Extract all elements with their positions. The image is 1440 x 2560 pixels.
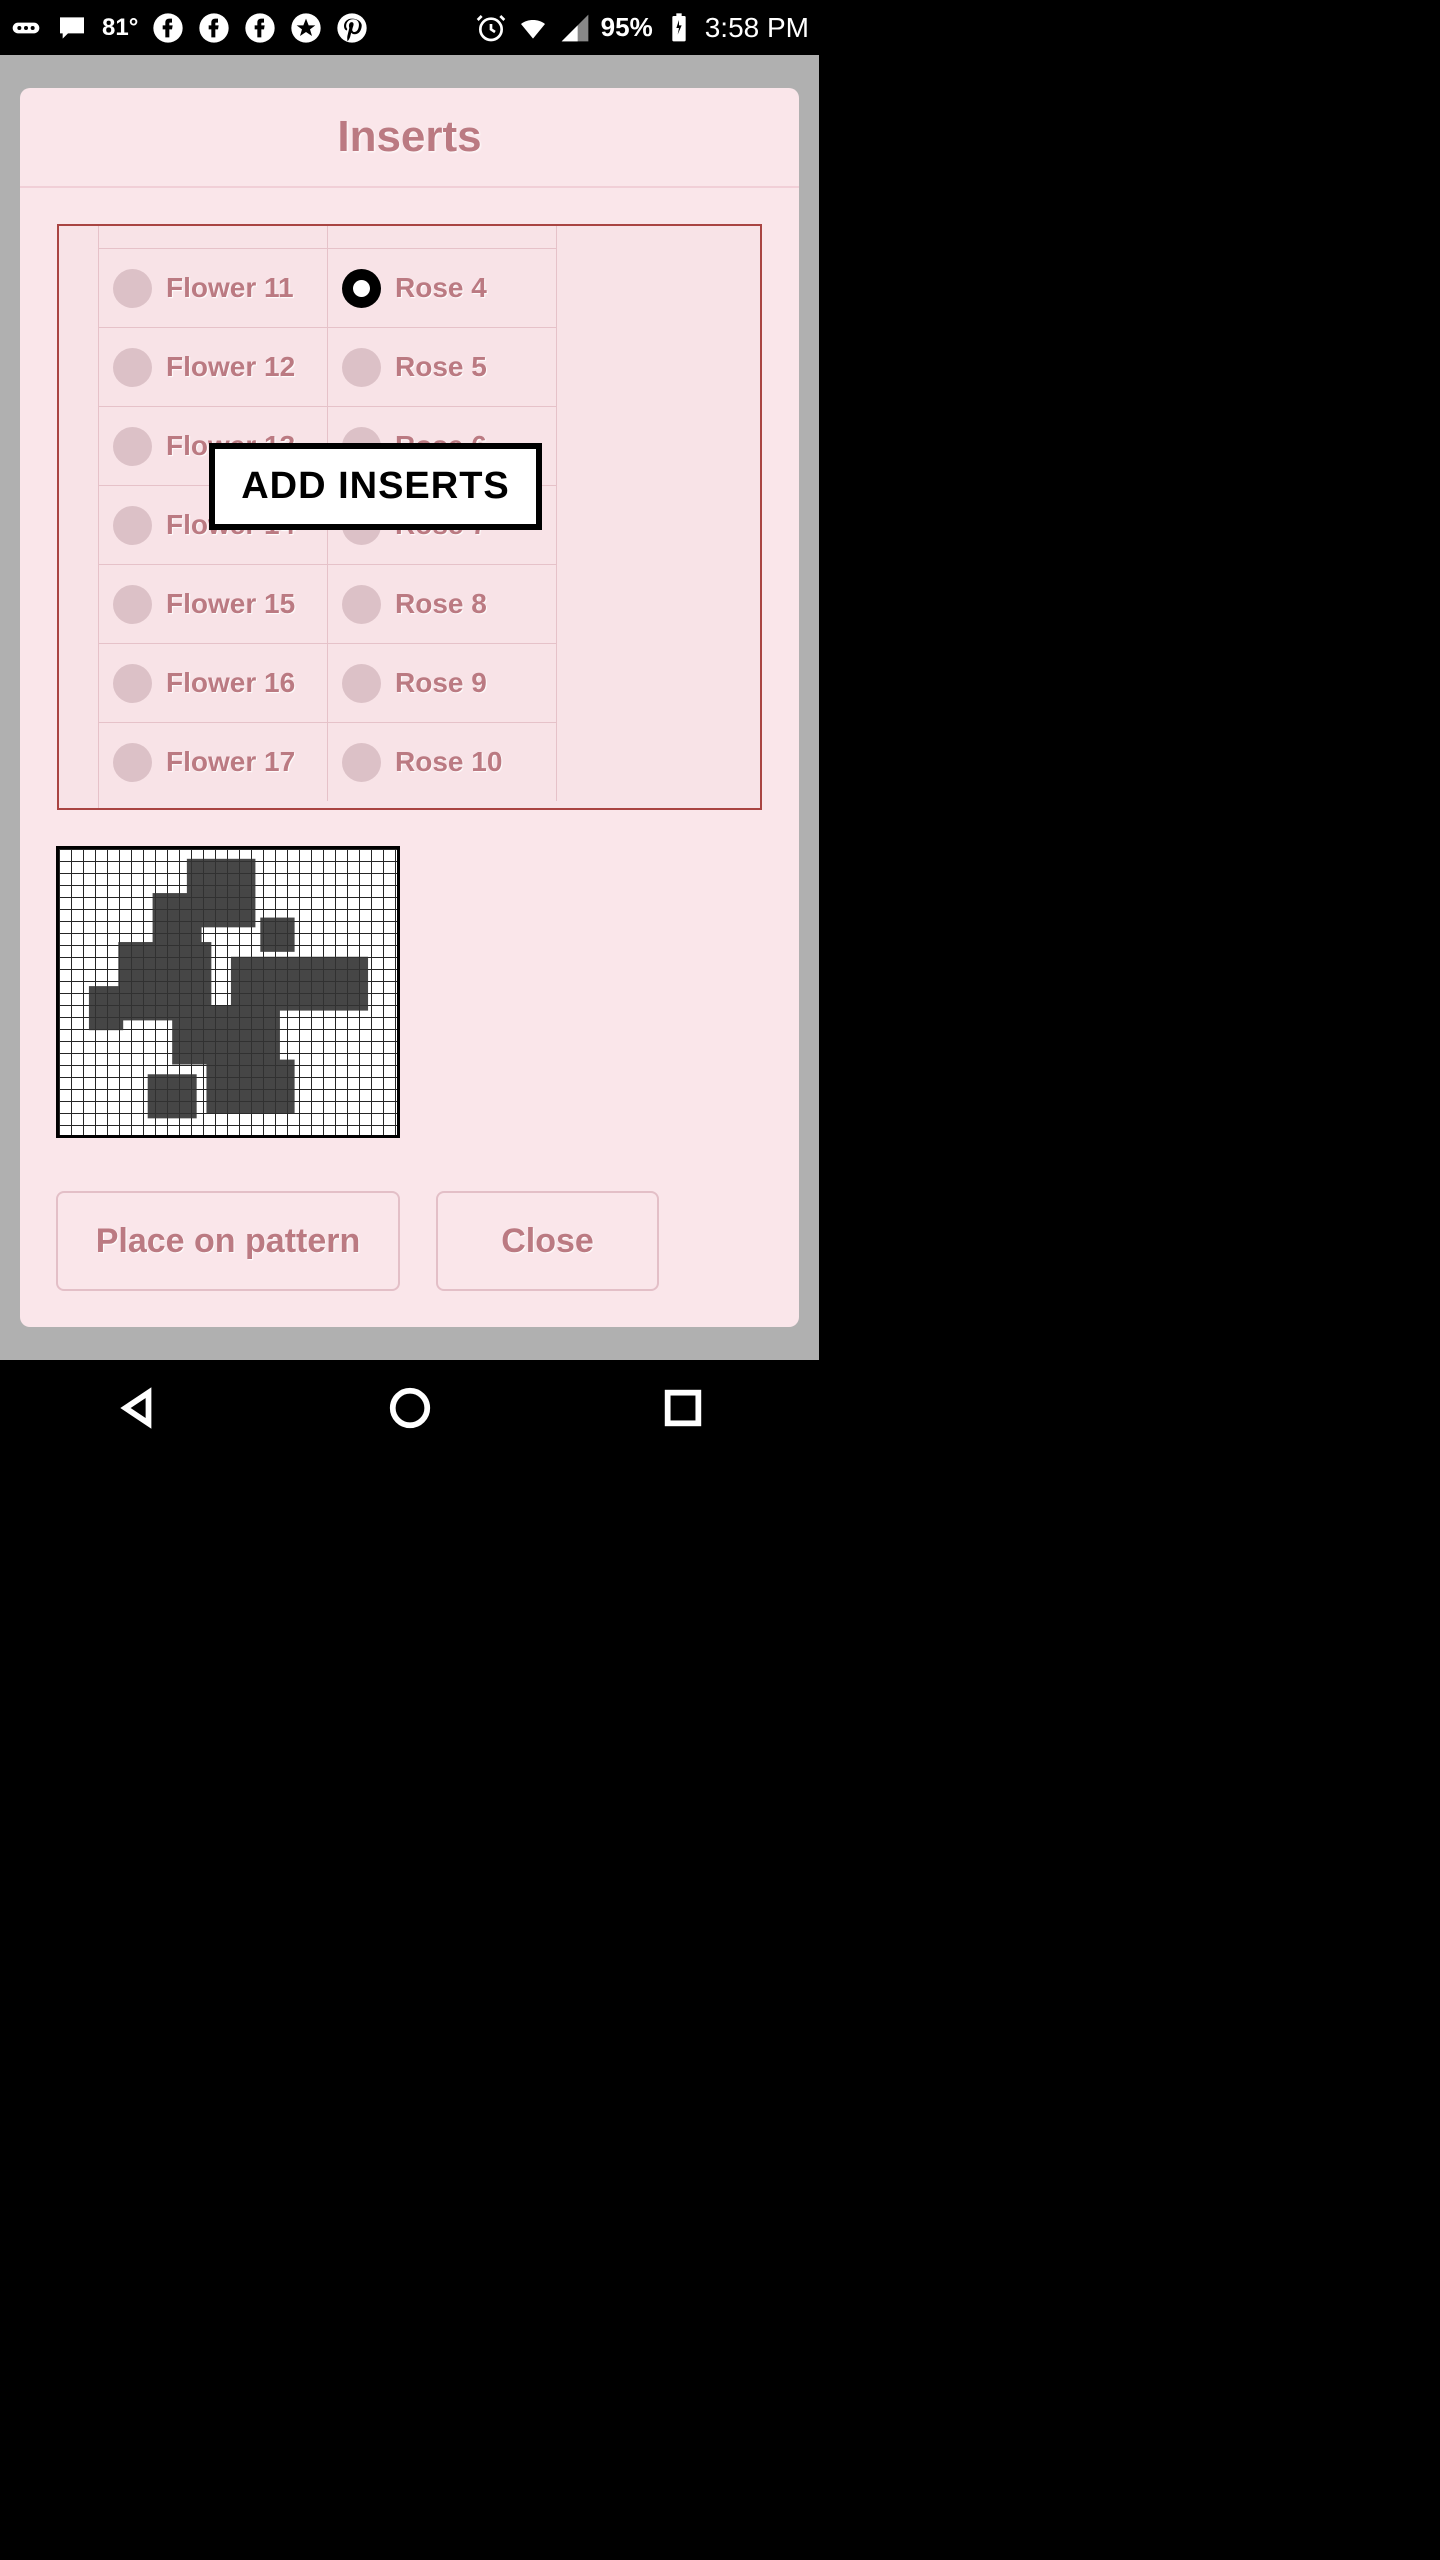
- recents-button[interactable]: [660, 1385, 706, 1431]
- radio-icon: [342, 585, 381, 624]
- list-empty-area: [557, 226, 760, 808]
- facebook-icon: [198, 12, 230, 44]
- button-label: Close: [501, 1222, 594, 1261]
- radio-icon: [113, 506, 152, 545]
- pinterest-icon: [336, 12, 368, 44]
- cell-signal-icon: [559, 12, 591, 44]
- dialog-header: Inserts: [20, 88, 799, 188]
- list-item-partial: [328, 226, 557, 248]
- radio-icon: [113, 348, 152, 387]
- home-button[interactable]: [387, 1385, 433, 1431]
- pattern-preview: [56, 846, 400, 1138]
- battery-percent: 95%: [601, 12, 653, 43]
- wifi-icon: [517, 12, 549, 44]
- radio-icon: [342, 743, 381, 782]
- android-nav-bar: [0, 1360, 819, 1456]
- dialog-button-row: Place on pattern Close: [56, 1161, 763, 1291]
- option-label: Flower 12: [166, 351, 295, 383]
- overlay-label: ADD INSERTS: [241, 465, 510, 508]
- option-label: Rose 5: [395, 351, 487, 383]
- place-on-pattern-button[interactable]: Place on pattern: [56, 1191, 400, 1291]
- option-label: Flower 17: [166, 746, 295, 778]
- back-button[interactable]: [114, 1385, 160, 1431]
- facebook-icon: [152, 12, 184, 44]
- option-flower-17[interactable]: Flower 17: [99, 722, 328, 801]
- close-button[interactable]: Close: [436, 1191, 659, 1291]
- radio-icon: [342, 664, 381, 703]
- option-label: Flower 11: [166, 272, 294, 304]
- radio-icon: [113, 269, 152, 308]
- option-label: Rose 10: [395, 746, 502, 778]
- option-rose-4[interactable]: Rose 4: [328, 248, 557, 327]
- messages-icon: [56, 12, 88, 44]
- clock: 3:58 PM: [705, 12, 809, 44]
- rose-pattern-icon: [59, 849, 397, 1135]
- radio-icon: [113, 743, 152, 782]
- facebook-icon: [244, 12, 276, 44]
- list-item-partial: [99, 226, 328, 248]
- temperature: 81°: [102, 14, 138, 42]
- status-bar: 81° 95% 3:58 PM: [0, 0, 819, 55]
- option-label: Rose 9: [395, 667, 487, 699]
- radio-selected-icon: [342, 269, 381, 308]
- option-rose-8[interactable]: Rose 8: [328, 564, 557, 643]
- radio-icon: [113, 664, 152, 703]
- option-label: Flower 15: [166, 588, 295, 620]
- dialog-title: Inserts: [337, 112, 481, 162]
- alarm-icon: [475, 12, 507, 44]
- list-spacer: [59, 226, 99, 808]
- option-flower-11[interactable]: Flower 11: [99, 248, 328, 327]
- star-badge-icon: [290, 12, 322, 44]
- add-inserts-overlay: ADD INSERTS: [209, 443, 542, 530]
- option-rose-10[interactable]: Rose 10: [328, 722, 557, 801]
- radio-icon: [113, 427, 152, 466]
- option-flower-12[interactable]: Flower 12: [99, 327, 328, 406]
- inserts-dialog: Inserts Flower 11 Flower 12 Flower 13 Fl…: [20, 88, 799, 1327]
- option-flower-16[interactable]: Flower 16: [99, 643, 328, 722]
- dialog-backdrop: Inserts Flower 11 Flower 12 Flower 13 Fl…: [0, 55, 819, 1360]
- option-rose-5[interactable]: Rose 5: [328, 327, 557, 406]
- radio-icon: [342, 348, 381, 387]
- option-label: Rose 4: [395, 272, 487, 304]
- option-flower-15[interactable]: Flower 15: [99, 564, 328, 643]
- button-label: Place on pattern: [96, 1222, 361, 1261]
- radio-icon: [113, 585, 152, 624]
- option-label: Flower 16: [166, 667, 295, 699]
- option-rose-9[interactable]: Rose 9: [328, 643, 557, 722]
- more-icon: [10, 12, 42, 44]
- battery-charging-icon: [663, 12, 695, 44]
- option-label: Rose 8: [395, 588, 487, 620]
